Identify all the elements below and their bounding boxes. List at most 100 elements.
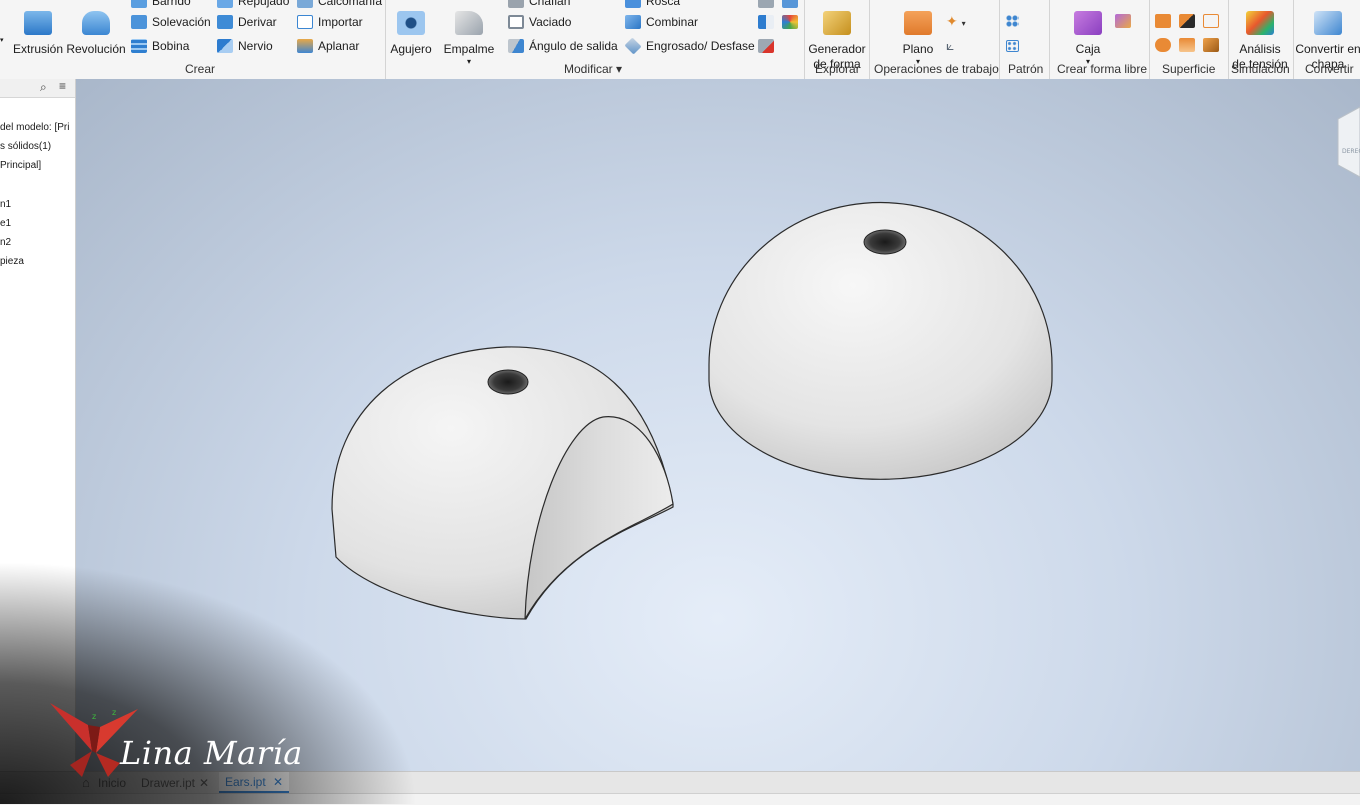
simulation-group-label: Simulación <box>1231 62 1290 76</box>
convert-group-label: Convertir <box>1305 62 1354 76</box>
rib-button[interactable]: Nervio <box>217 39 273 53</box>
split-icon[interactable] <box>758 0 774 8</box>
browser-item-model-state[interactable]: del modelo: [Pri <box>0 122 69 133</box>
unwrap-label: Aplanar <box>318 39 360 53</box>
extrude-icon <box>24 11 52 35</box>
work-point-icon[interactable]: ✦ ▾ <box>946 13 966 30</box>
draft-icon <box>508 39 524 53</box>
direct-edit-icon[interactable] <box>782 0 798 8</box>
hole-label: Agujero <box>390 42 432 56</box>
derive-button[interactable]: Derivar <box>217 15 277 29</box>
replace-face-icon[interactable] <box>758 15 774 29</box>
separator <box>1049 0 1050 79</box>
surface-stitch-icon[interactable] <box>1155 38 1171 52</box>
surface-ruled-icon[interactable] <box>1179 38 1195 52</box>
browser-item-solid-bodies[interactable]: s sólidos(1) <box>0 141 51 152</box>
rectangular-pattern-icon[interactable] <box>1006 40 1019 52</box>
shape-generator-label-1: Generador <box>808 42 866 56</box>
revolve-icon <box>82 11 110 35</box>
model-scene: DERECHA <box>331 106 1360 620</box>
revolve-label: Revolución <box>66 42 126 56</box>
hemisphere-full[interactable] <box>708 201 1053 480</box>
decal-label: Calcomanía <box>318 0 383 8</box>
thicken-label: Engrosado/ Desfase <box>646 39 755 53</box>
fillet-icon <box>455 11 483 35</box>
convert-label-1: Convertir en <box>1295 42 1360 56</box>
derive-label: Derivar <box>238 15 277 29</box>
coil-label: Bobina <box>152 39 190 53</box>
chevron-down-icon[interactable]: ▾ <box>0 36 4 44</box>
hole-button[interactable]: Agujero <box>390 11 432 57</box>
watermark-text: Lina María <box>120 734 303 772</box>
browser-item-revolve[interactable]: n1 <box>0 199 11 210</box>
search-icon[interactable]: ⌕ <box>40 80 47 95</box>
surface-patch-icon[interactable] <box>1203 14 1219 28</box>
separator <box>1228 0 1229 79</box>
freeform-face-icon[interactable] <box>1115 14 1131 28</box>
thread-button[interactable]: Rosca <box>625 0 680 8</box>
shell-icon <box>508 15 524 29</box>
emboss-icon <box>217 0 233 8</box>
combine-label: Combinar <box>646 15 699 29</box>
circular-pattern-icon[interactable] <box>1006 15 1019 27</box>
loft-button[interactable]: Solevación <box>131 15 211 29</box>
graphics-viewport[interactable]: DERECHA <box>76 79 1360 771</box>
separator <box>999 0 1000 79</box>
extrude-button[interactable]: Extrusión <box>12 11 64 57</box>
draft-angle-button[interactable]: Ángulo de salida <box>508 39 618 53</box>
import-label: Importar <box>318 15 363 29</box>
thicken-button[interactable]: Engrosado/ Desfase <box>624 37 755 55</box>
coil-button[interactable]: Bobina <box>131 39 189 53</box>
sheet-metal-icon <box>1314 11 1342 35</box>
emboss-label: Repujado <box>238 0 290 8</box>
status-bar <box>0 793 1360 805</box>
shell-button[interactable]: Vaciado <box>508 15 571 29</box>
svg-text:z: z <box>112 708 116 717</box>
chamfer-button[interactable]: Chaflán <box>508 0 570 8</box>
thread-icon <box>625 0 641 8</box>
unwrap-button[interactable]: Aplanar <box>297 39 359 53</box>
surface-extend-icon[interactable] <box>1155 14 1171 28</box>
menu-icon[interactable]: ≡ <box>59 79 66 93</box>
surface-trim-icon[interactable] <box>1179 14 1195 28</box>
browser-item-revolve-2[interactable]: n2 <box>0 237 11 248</box>
separator <box>869 0 870 79</box>
revolve-button[interactable]: Revolución <box>66 11 126 57</box>
combine-button[interactable]: Combinar <box>625 15 698 29</box>
thread-label: Rosca <box>646 0 681 8</box>
hemisphere-cut[interactable] <box>331 346 674 620</box>
browser-header: ⌕ ≡ <box>0 79 75 98</box>
import-button[interactable]: Importar <box>297 15 363 29</box>
draft-label: Ángulo de salida <box>529 39 618 53</box>
viewcube[interactable]: DERECHA <box>1337 106 1360 178</box>
rib-label: Nervio <box>238 39 273 53</box>
modify-group-label[interactable]: Modificar ▾ <box>564 62 622 76</box>
extrude-label: Extrusión <box>12 42 64 56</box>
ucs-icon[interactable]: ⟀ <box>946 37 954 54</box>
unwrap-icon <box>297 39 313 53</box>
surface-sculpt-icon[interactable] <box>1203 38 1219 52</box>
freeform-group-label: Crear forma libre <box>1057 62 1148 76</box>
model-browser: ⌕ ≡ del modelo: [Pri s sólidos(1) Princi… <box>0 79 76 771</box>
explore-group-label: Explorar <box>815 62 860 76</box>
plane-icon <box>904 11 932 35</box>
stress-analysis-icon <box>1246 11 1274 35</box>
svg-text:DERECHA: DERECHA <box>1342 148 1360 155</box>
svg-text:z: z <box>92 712 96 721</box>
fillet-button[interactable]: Empalme ▾ <box>444 11 494 69</box>
color-override-icon[interactable] <box>782 15 798 29</box>
decal-button[interactable]: Calcomanía <box>297 0 382 8</box>
browser-item-end-of-part[interactable]: pieza <box>0 256 24 267</box>
browser-item-plane[interactable]: e1 <box>0 218 11 229</box>
sweep-button[interactable]: Barrido <box>131 0 191 8</box>
chevron-down-icon[interactable]: ▾ <box>467 54 471 69</box>
emboss-button[interactable]: Repujado <box>217 0 289 8</box>
delete-face-icon[interactable] <box>758 39 774 53</box>
thicken-icon <box>624 37 642 55</box>
browser-item-view[interactable]: Principal] <box>0 160 41 171</box>
ribbon: Extrusión Revolución Barrido Solevación … <box>0 0 1360 80</box>
rib-icon <box>217 39 233 53</box>
separator <box>804 0 805 79</box>
separator <box>385 0 386 79</box>
loft-label: Solevación <box>152 15 211 29</box>
